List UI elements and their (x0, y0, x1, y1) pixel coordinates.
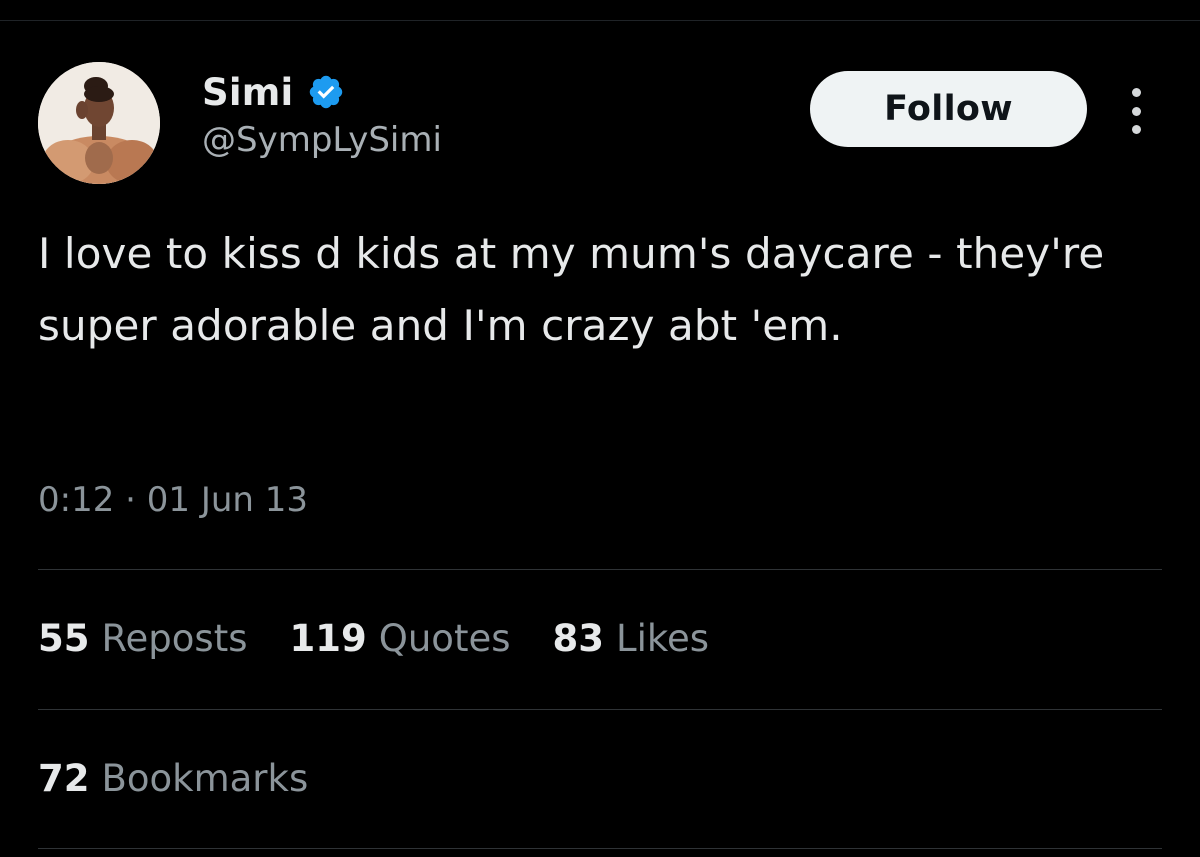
more-dot (1131, 125, 1141, 134)
likes-count: 83 (552, 617, 605, 660)
more-options-icon[interactable] (1118, 88, 1154, 134)
author-block: Simi @SympLySimi (202, 66, 442, 161)
avatar[interactable] (38, 62, 160, 184)
follow-button[interactable]: Follow (810, 71, 1087, 147)
quotes-stat[interactable]: 119 Quotes (290, 617, 511, 660)
tweet-detail-view: Simi @SympLySimi Follow I love to kiss d… (0, 0, 1200, 857)
profile-photo-icon (38, 62, 160, 184)
divider (38, 709, 1162, 710)
quotes-count: 119 (289, 617, 367, 660)
more-dot (1131, 88, 1141, 97)
reposts-label: Reposts (101, 617, 248, 660)
engagement-stats: 55 Reposts 119 Quotes 83 Likes (38, 617, 709, 660)
tweet-text: I love to kiss d kids at my mum's daycar… (38, 229, 1105, 350)
tweet-timestamp[interactable]: 0:12 · 01 Jun 13 (38, 480, 308, 520)
reposts-stat[interactable]: 55 Reposts (38, 617, 248, 660)
name-row: Simi (202, 66, 442, 118)
more-dot (1131, 106, 1141, 116)
reposts-count: 55 (38, 617, 90, 660)
bookmarks-count: 72 (38, 757, 90, 800)
quotes-label: Quotes (378, 617, 511, 660)
likes-stat[interactable]: 83 Likes (553, 617, 710, 660)
likes-label: Likes (616, 617, 710, 660)
verified-badge-icon (310, 75, 343, 109)
divider (38, 848, 1162, 849)
top-divider (0, 20, 1200, 21)
bookmarks-label: Bookmarks (101, 757, 309, 800)
divider (38, 569, 1162, 570)
display-name[interactable]: Simi (202, 71, 293, 114)
handle[interactable]: @SympLySimi (202, 120, 442, 160)
bookmarks-stat[interactable]: 72 Bookmarks (38, 757, 308, 800)
